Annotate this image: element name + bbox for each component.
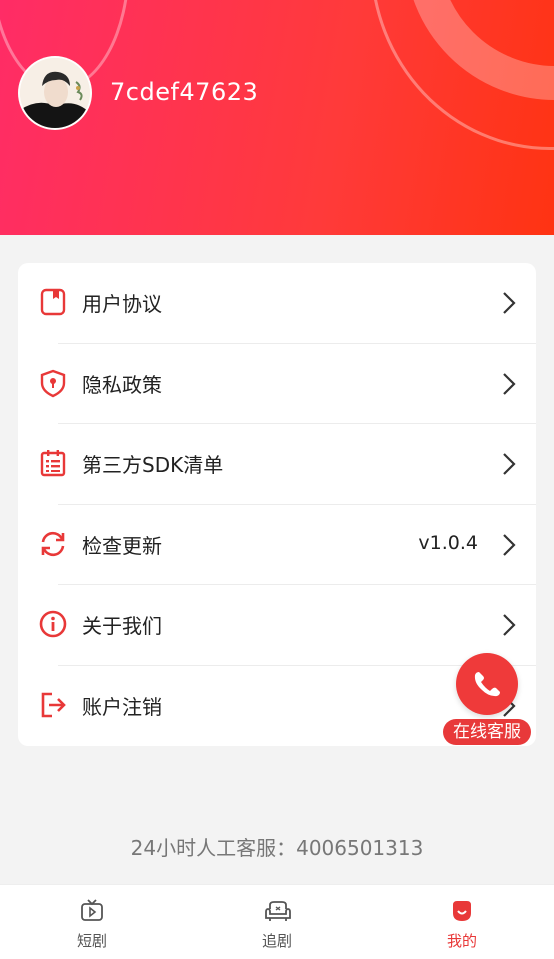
menu-item-sdk-list[interactable]: 第三方SDK清单 <box>18 424 536 505</box>
shield-lock-icon <box>40 369 66 397</box>
customer-service-button[interactable] <box>456 653 518 715</box>
tab-label: 短剧 <box>76 932 107 950</box>
customer-service-label[interactable]: 在线客服 <box>443 719 531 745</box>
menu-item-label: 第三方SDK清单 <box>82 453 224 477</box>
chevron-right-icon <box>503 372 516 395</box>
chevron-right-icon <box>503 533 516 556</box>
tv-play-icon <box>81 899 103 921</box>
tab-mine[interactable]: 我的 <box>402 885 522 959</box>
chevron-right-icon <box>503 292 516 314</box>
app-version: v1.0.4 <box>418 531 478 554</box>
bottom-tab-bar: 短剧 追剧 我的 <box>0 884 554 959</box>
phone-icon <box>474 672 500 697</box>
chevron-right-icon <box>503 453 516 475</box>
calendar-list-icon <box>40 450 66 477</box>
sofa-icon <box>265 901 291 921</box>
document-icon <box>40 288 66 316</box>
logout-icon <box>41 692 66 717</box>
profile-icon <box>453 901 471 921</box>
menu-item-label: 隐私政策 <box>82 372 162 397</box>
tab-label: 追剧 <box>261 932 292 950</box>
menu-item-privacy-policy[interactable]: 隐私政策 <box>18 344 536 424</box>
menu-item-check-update[interactable]: 检查更新 v1.0.4 <box>18 505 536 585</box>
service-hotline: 24小时人工客服：4006501313 <box>130 836 424 860</box>
avatar[interactable] <box>18 56 92 130</box>
menu-item-about-us[interactable]: 关于我们 <box>18 585 536 666</box>
menu-item-label: 检查更新 <box>82 533 162 558</box>
menu-item-label: 关于我们 <box>82 614 162 638</box>
info-icon <box>39 610 67 638</box>
chevron-right-icon <box>503 614 516 636</box>
tab-short-drama[interactable]: 短剧 <box>32 885 152 959</box>
profile-header: 7cdef47623 <box>0 0 554 235</box>
menu-item-label: 账户注销 <box>82 694 162 719</box>
tab-follow-drama[interactable]: 追剧 <box>217 885 337 959</box>
tab-label: 我的 <box>446 932 477 950</box>
username: 7cdef47623 <box>110 78 259 106</box>
menu-item-label: 用户协议 <box>82 292 162 316</box>
refresh-icon <box>41 531 65 556</box>
menu-item-user-agreement[interactable]: 用户协议 <box>18 263 536 344</box>
